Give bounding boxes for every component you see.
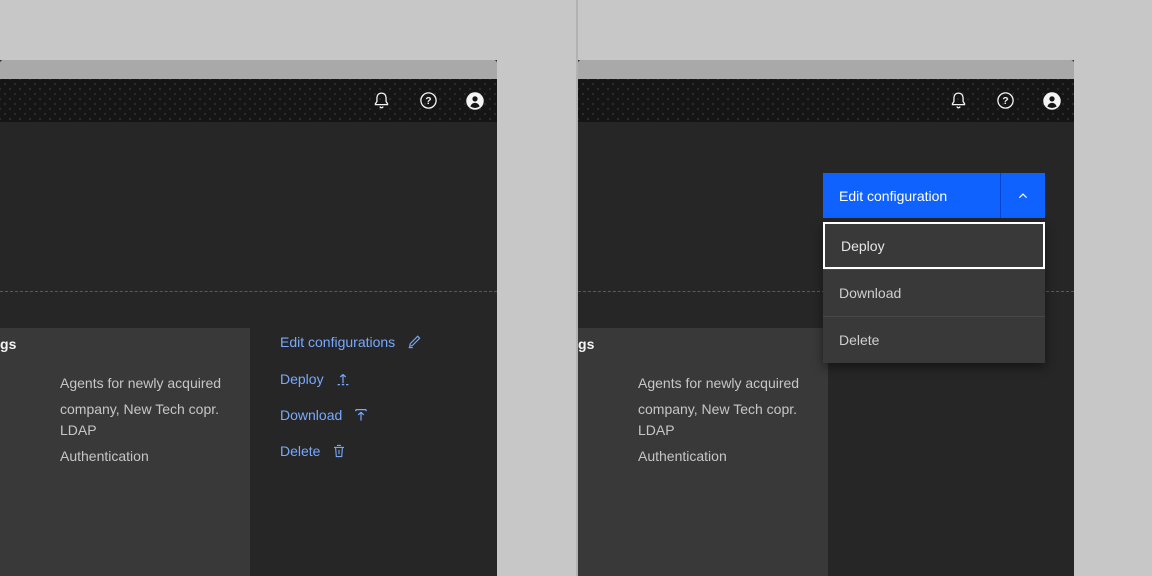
svg-text:?: ? — [425, 96, 431, 107]
edit-pencil-icon — [406, 334, 422, 350]
description-line-1: Agents for newly acquired — [60, 375, 221, 391]
trash-icon — [331, 443, 347, 459]
avatar-icon — [1042, 91, 1062, 111]
section-divider — [0, 291, 497, 292]
comparison-canvas: ? gs Agents for newly acquired company, … — [0, 0, 1152, 576]
notification-bell-button[interactable] — [948, 91, 968, 111]
svg-text:?: ? — [1002, 96, 1008, 107]
delete-link[interactable]: Delete — [280, 443, 347, 459]
menu-item-deploy[interactable]: Deploy — [823, 222, 1045, 269]
combo-button: Edit configuration — [823, 173, 1045, 218]
menu-item-download[interactable]: Download — [823, 269, 1045, 316]
settings-description: Agents for newly acquired company, New T… — [60, 370, 221, 422]
settings-title-truncated: gs — [578, 336, 595, 352]
browser-cap-bar — [0, 60, 497, 79]
upload-arrow-icon — [353, 407, 369, 423]
page-content: gs Agents for newly acquired company, Ne… — [0, 122, 497, 576]
avatar-button[interactable] — [465, 91, 485, 111]
page-content: gs Agents for newly acquired company, Ne… — [578, 122, 1074, 576]
app-header-bar: ? — [0, 79, 497, 122]
avatar-button[interactable] — [1042, 91, 1062, 111]
settings-title-truncated: gs — [0, 336, 17, 352]
help-icon: ? — [996, 91, 1015, 110]
edit-configurations-link[interactable]: Edit configurations — [280, 334, 422, 350]
help-icon: ? — [419, 91, 438, 110]
deploy-link[interactable]: Deploy — [280, 371, 351, 387]
description-line-1: Agents for newly acquired — [638, 375, 799, 391]
config-item-ldap: LDAP — [60, 422, 97, 438]
delete-label: Delete — [280, 443, 320, 459]
app-header-bar: ? — [578, 79, 1074, 122]
download-label: Download — [280, 407, 342, 423]
chevron-up-icon — [1016, 189, 1030, 203]
edit-configurations-label: Edit configurations — [280, 334, 395, 350]
notification-bell-icon — [949, 91, 968, 110]
avatar-icon — [465, 91, 485, 111]
config-item-authentication: Authentication — [638, 448, 727, 464]
example-panel-links: ? gs Agents for newly acquired company, … — [0, 60, 497, 576]
deploy-label: Deploy — [280, 371, 324, 387]
download-link[interactable]: Download — [280, 407, 369, 423]
notification-bell-button[interactable] — [371, 91, 391, 111]
description-line-2: company, New Tech copr. — [638, 401, 797, 417]
menu-item-delete[interactable]: Delete — [823, 316, 1045, 363]
edit-configuration-button[interactable]: Edit configuration — [823, 173, 1001, 218]
help-button[interactable]: ? — [995, 91, 1015, 111]
deploy-arrow-icon — [335, 371, 351, 387]
combo-button-menu: Deploy Download Delete — [823, 222, 1045, 363]
browser-cap-bar — [578, 60, 1074, 79]
config-item-ldap: LDAP — [638, 422, 675, 438]
settings-description: Agents for newly acquired company, New T… — [638, 370, 799, 422]
notification-bell-icon — [372, 91, 391, 110]
help-button[interactable]: ? — [418, 91, 438, 111]
config-item-authentication: Authentication — [60, 448, 149, 464]
example-panel-combo-button: ? gs Agents for newly acquired company, … — [578, 60, 1074, 576]
combo-chevron-button[interactable] — [1001, 173, 1045, 218]
description-line-2: company, New Tech copr. — [60, 401, 219, 417]
